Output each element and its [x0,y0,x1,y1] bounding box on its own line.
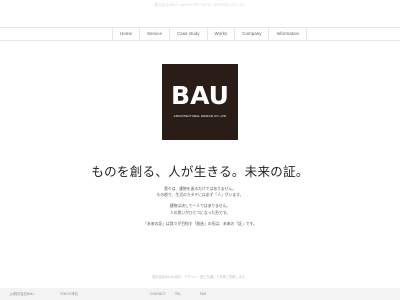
intro-text: 我々は、建物を造るだけではありません。 もの創り、生活のカタチには必ず「人」がい… [0,186,400,232]
footer-contact-link[interactable]: CONTACT [150,288,166,300]
logo-subtitle: ARCHITECTURAL DESIGN CO.,LTD [173,114,227,118]
nav-service[interactable]: Service [140,28,171,40]
intro-line: もの創り、生活のカタチには必ず「人」がいます。 [156,192,244,198]
intro-paragraph: 建物は決して一人ではありません。 人の思いがひとつになった形です。 [0,203,400,215]
intro-paragraph: 「未来の証」は我々が目指す「創造」の形は、未来の「証」です。 [0,221,400,227]
footer-note: 株式会社BAUの設計、デザイン・施工を通じて未来に貢献します。 [152,275,248,279]
main-navigation: Home Service Case study Works Company In… [0,27,400,41]
nav-works[interactable]: Works [208,28,236,40]
footer-fax: FAX [200,292,207,296]
intro-line: 「未来の証」は我々が目指す「創造」の形は、未来の「証」です。 [143,220,257,226]
footer-tel: TEL [175,292,182,296]
footer-bar: (c)株式会社BAU TOKYO本社 CONTACT TEL FAX [0,288,400,300]
footer-copyright: (c)株式会社BAU [10,292,34,296]
tagline-heading: ものを創る、人が生きる。未来の証。 [91,164,309,179]
nav-company[interactable]: Company [235,28,270,40]
nav-information[interactable]: Information [269,28,307,40]
bau-logo[interactable]: BAU ARCHITECTURAL DESIGN CO.,LTD [162,64,238,140]
footer-office: TOKYO本社 [60,292,79,296]
intro-line: 人の思いがひとつになった形です。 [169,209,231,215]
top-banner: 株式会社BAU・ARCHITECTURAL DESIGN CO.,LTD. [154,3,246,7]
nav-home[interactable]: Home [112,28,141,40]
nav-case-study[interactable]: Case study [170,28,208,40]
logo-word: BAU [171,81,229,110]
intro-paragraph: 我々は、建物を造るだけではありません。 もの創り、生活のカタチには必ず「人」がい… [0,186,400,198]
